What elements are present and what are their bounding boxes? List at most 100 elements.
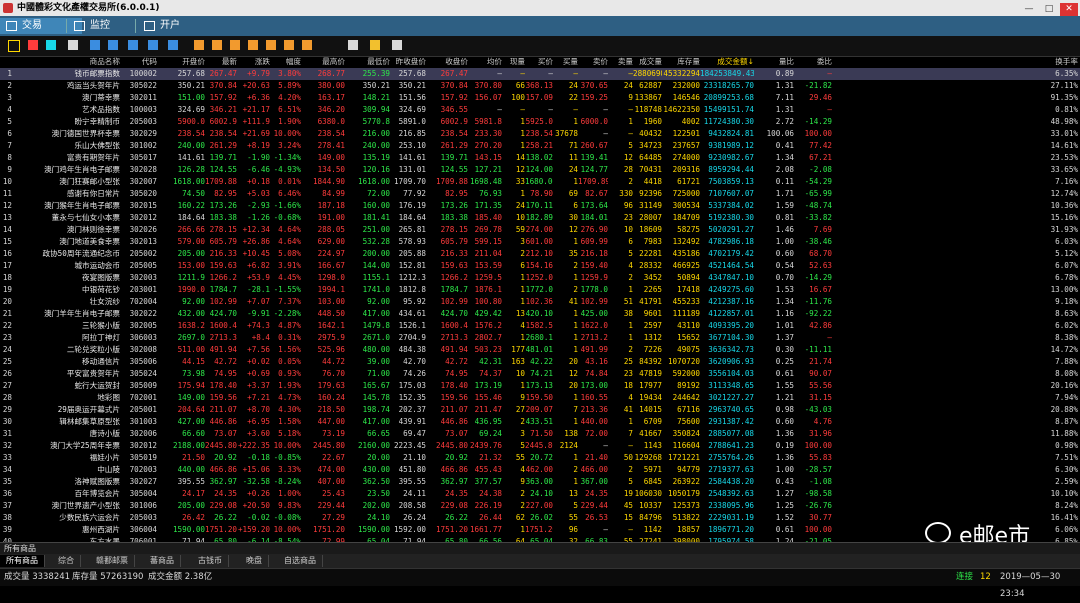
table-row[interactable]: 17 城市运动会币 205005 153.00 159.63 +6.82 3.91% 166.…: [0, 260, 1080, 272]
table-row[interactable]: 19 中银荷花钞 203001 1990.0 1784.7 -28.1 -1.55% 1994…: [0, 284, 1080, 296]
table-row[interactable]: 29 29届奥运开幕式片 205001 204.64 211.07 +8.70 4.30% 2…: [0, 404, 1080, 416]
bottom-tab[interactable]: 所有商品: [0, 555, 45, 567]
table-row[interactable]: 12 澳门猴年生肖电子邮票 302015 160.22 173.26 -2.93 -1.66…: [0, 200, 1080, 212]
table-row[interactable]: 18 夜宴图版票 302003 1211.9 1266.2 +53.9 4.45% 1298.…: [0, 272, 1080, 284]
column-header[interactable]: 均价: [468, 56, 502, 68]
table-cell: 18857: [677, 525, 700, 534]
table-cell: 福娃小片: [89, 453, 120, 462]
tool-3-icon[interactable]: [230, 40, 240, 50]
column-header[interactable]: 幅度: [270, 56, 301, 68]
excel-icon[interactable]: [168, 40, 178, 50]
filter-label[interactable]: 所有商品: [4, 544, 36, 553]
maximize-button[interactable]: □: [1040, 3, 1058, 16]
table-row[interactable]: 31 唐诗小版 302006 66.60 73.07 +3.60 5.18% 73.19 66.…: [0, 428, 1080, 440]
table-row[interactable]: 4 艺术品指数 100003 324.69 346.21 +21.17 6.51% 346.2…: [0, 104, 1080, 116]
table-row[interactable]: 25 移动通信片 305006 44.15 42.72 +0.02 0.05% 44.72 39…: [0, 356, 1080, 368]
bottom-tab[interactable]: 蕃商品: [144, 555, 181, 567]
table-row[interactable]: 37 澳门世界遗产小型张 301006 205.00 229.08 +20.50 9.83%…: [0, 500, 1080, 512]
column-header[interactable]: 库存量: [662, 56, 700, 68]
table-row[interactable]: 39 惠州西湖片 306004 1590.00 1751.20 +159.20 10.00%…: [0, 524, 1080, 536]
bottom-tab[interactable]: 古钱币: [192, 555, 229, 567]
table-row[interactable]: 30 辑林邮集草原型张 301003 427.00 446.86 +6.95 1.58% 44…: [0, 416, 1080, 428]
table-row[interactable]: 9 澳门鸡年生肖电子邮票 302028 126.28 124.55 -6.46 -4.93%…: [0, 164, 1080, 176]
column-header[interactable]: [0, 56, 12, 68]
calendar-month-icon[interactable]: [128, 40, 138, 50]
column-header[interactable]: 最新: [205, 56, 237, 68]
tool-4-icon[interactable]: [248, 40, 258, 50]
table-row[interactable]: 34 中山陵 702003 440.00 466.86 +15.06 3.33% 474.00…: [0, 464, 1080, 476]
column-header[interactable]: 收盘价: [426, 56, 468, 68]
bottom-tab[interactable]: 晚盘: [240, 555, 269, 567]
column-header[interactable]: 最高价: [301, 56, 345, 68]
table-row[interactable]: 8 富贵有期贺年片 305017 141.61 139.71 -1.90 -1.34% 149…: [0, 152, 1080, 164]
table-row[interactable]: 38 少数民族六运会片 205003 26.42 26.22 -0.02 -0.08% 27.…: [0, 512, 1080, 524]
close-button[interactable]: ✕: [1060, 3, 1078, 16]
chart-bar-icon[interactable]: [8, 40, 20, 52]
table-row[interactable]: 15 澳门地道美食幸票 302013 579.00 605.79 +26.86 4.64% 6…: [0, 236, 1080, 248]
table-row[interactable]: 22 三轮猴小版 302005 1638.2 1600.4 +74.3 4.87% 1642.…: [0, 320, 1080, 332]
table-row[interactable]: 33 福娃小片 305019 21.50 20.92 -0.18 -0.85% 22.67 20…: [0, 452, 1080, 464]
bottom-tab[interactable]: 综合: [52, 555, 81, 567]
column-header[interactable]: 成交量: [633, 56, 662, 68]
bottom-tab[interactable]: 自选商品: [278, 555, 323, 567]
table-row[interactable]: 26 平安富贵贺年片 305024 73.98 74.95 +0.69 0.93% 76.70…: [0, 368, 1080, 380]
note-icon[interactable]: [370, 40, 380, 50]
table-row[interactable]: 24 二轮兑奖粒小版 302008 511.00 491.94 +7.56 1.56% 525…: [0, 344, 1080, 356]
tool-5-icon[interactable]: [266, 40, 276, 50]
column-header[interactable]: 开盘价: [157, 56, 205, 68]
table-row[interactable]: 35 洛神赋图版票 302027 395.55 362.97 -32.58 -8.24% 40…: [0, 476, 1080, 488]
mail-icon[interactable]: [348, 40, 358, 50]
table-row[interactable]: 1 钱币邮票指数 100002 257.68 267.47 +9.79 3.80% 268.7…: [0, 68, 1080, 80]
column-header[interactable]: 买量: [553, 56, 578, 68]
table-row[interactable]: 6 澳门德国世界杯幸票 302029 238.54 238.54 +21.69 10.00%…: [0, 128, 1080, 140]
tool-2-icon[interactable]: [212, 40, 222, 50]
column-header[interactable]: 卖价: [578, 56, 608, 68]
calendar-week-icon[interactable]: [108, 40, 118, 50]
column-header[interactable]: 商品名称: [20, 56, 120, 68]
table-row[interactable]: 23 阿拉丁神灯 306003 2697.0 2713.3 +8.4 0.31% 2975.9…: [0, 332, 1080, 344]
column-header[interactable]: 涨跌: [237, 56, 270, 68]
column-header[interactable]: 最低价: [345, 56, 390, 68]
tool-6-icon[interactable]: [284, 40, 294, 50]
table-row[interactable]: 7 乐山大佛型张 301002 240.00 261.29 +8.19 3.24% 278.4…: [0, 140, 1080, 152]
line-chart-icon[interactable]: [28, 40, 38, 50]
column-header[interactable]: 委比: [794, 56, 832, 68]
table-cell: 184709: [672, 213, 700, 222]
calendar-day-icon[interactable]: [90, 40, 100, 50]
table-icon[interactable]: [68, 40, 78, 50]
table-row[interactable]: 13 董永与七仙女小本票 302012 184.64 183.38 -1.26 -0.68%…: [0, 212, 1080, 224]
table-row[interactable]: 36 百年博览会片 305004 24.17 24.35 +0.26 1.00% 25.43 2…: [0, 488, 1080, 500]
bottom-tab[interactable]: 赣鄱邮票: [90, 555, 135, 567]
table-row[interactable]: 28 地彩图 702001 149.00 159.56 +7.21 4.73% 160.24 1…: [0, 392, 1080, 404]
gear-icon[interactable]: [392, 40, 402, 50]
column-header[interactable]: 成交金额↓: [700, 56, 754, 68]
tab-open-account[interactable]: 开户: [138, 18, 220, 34]
table-row[interactable]: 14 澳门林则徐幸票 302026 266.66 278.15 +12.34 4.64% 28…: [0, 224, 1080, 236]
calendar-year-icon[interactable]: [148, 40, 158, 50]
column-header[interactable]: 换手率: [1034, 56, 1078, 68]
table-row[interactable]: 5 盼宁幸精制币 205003 5900.0 6002.9 +111.9 1.90% 6380…: [0, 116, 1080, 128]
table-row[interactable]: 20 壮女浣纱 702004 92.00 102.99 +7.07 7.37% 103.00 9…: [0, 296, 1080, 308]
table-row[interactable]: 11 感谢有你日常片 305020 74.50 82.95 +5.03 6.46% 84.99…: [0, 188, 1080, 200]
column-header[interactable]: 现量: [502, 56, 525, 68]
minimize-button[interactable]: —: [1020, 3, 1038, 16]
table-row[interactable]: 10 澳门狂赛邮小型张 302007 1618.00 1709.88 +0.18 0.01%…: [0, 176, 1080, 188]
table-cell: 14.72%: [1050, 345, 1078, 354]
column-header[interactable]: 昨收盘价: [390, 56, 426, 68]
table-row[interactable]: 21 澳门羊年生肖电子邮票 302022 432.00 424.70 -9.91 -2.28…: [0, 308, 1080, 320]
table-cell: 73.98: [182, 369, 205, 378]
tool-7-icon[interactable]: [302, 40, 312, 50]
table-row[interactable]: 16 政协50周年流通纪念币 205002 205.00 216.33 +10.45 5.0…: [0, 248, 1080, 260]
table-row[interactable]: 3 澳门蒂幸票 302011 151.00 157.92 +6.36 4.20% 163.17…: [0, 92, 1080, 104]
column-header[interactable]: 量比: [754, 56, 794, 68]
column-header[interactable]: 卖量: [608, 56, 633, 68]
column-header[interactable]: 代码: [120, 56, 157, 68]
table-row[interactable]: 32 澳门大学25周年幸票 302012 2188.00 2445.80 +222.35 1…: [0, 440, 1080, 452]
table-cell: 2.72: [775, 117, 794, 126]
table-row[interactable]: 2 鸡运当头贺年片 305022 350.21 370.84 +20.63 5.89% 380…: [0, 80, 1080, 92]
kline-icon[interactable]: [46, 40, 56, 50]
column-header[interactable]: 买价: [525, 56, 553, 68]
table-cell: 73.19: [322, 429, 345, 438]
tool-1-icon[interactable]: [194, 40, 204, 50]
table-row[interactable]: 27 蛇行大运贺封 305009 175.94 178.40 +3.37 1.93% 179.…: [0, 380, 1080, 392]
